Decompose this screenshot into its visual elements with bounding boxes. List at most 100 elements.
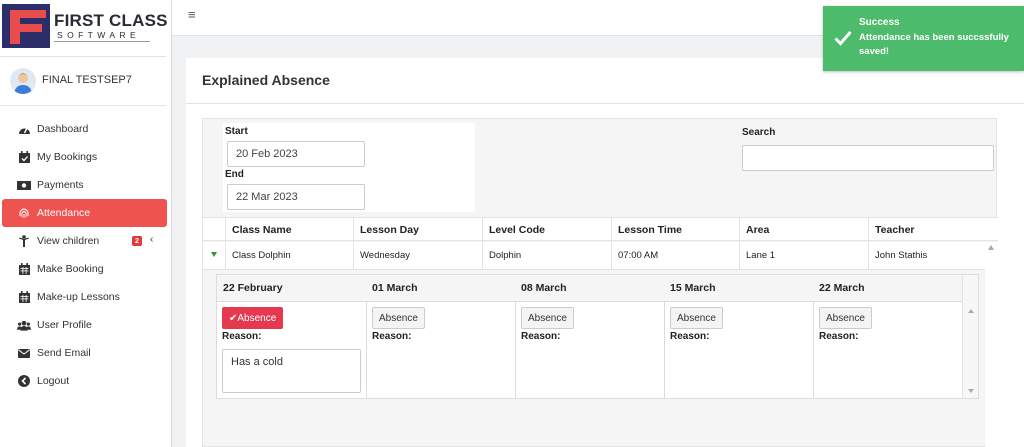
attendance-cell: Absence Reason: xyxy=(813,302,962,398)
chevron-left-icon[interactable]: ‹ xyxy=(150,234,153,245)
brand-title: FIRST CLASS xyxy=(54,11,168,30)
fingerprint-icon xyxy=(17,207,31,219)
table-cell: John Stathis xyxy=(868,242,985,269)
column-header[interactable]: Teacher xyxy=(868,218,985,242)
absence-panel: Start End Search Class Name Lesson Day L… xyxy=(202,118,998,447)
absence-button[interactable]: Absence xyxy=(372,307,425,329)
users-icon xyxy=(17,319,31,331)
table-cell: Wednesday xyxy=(353,242,482,269)
sidebar-item-label: Send Email xyxy=(37,347,91,359)
table-header: Class Name Lesson Day Level Code Lesson … xyxy=(203,217,998,242)
table-cell: Dolphin xyxy=(482,242,611,269)
user-panel[interactable]: FINAL TESTSEP7 xyxy=(0,56,166,106)
table-cell: Class Dolphin xyxy=(225,242,353,269)
lesson-date: 22 March xyxy=(819,282,865,294)
sidebar-item-label: User Profile xyxy=(37,319,92,331)
scroll-down-icon[interactable] xyxy=(968,389,974,393)
main-card: Explained Absence Start End Search Class… xyxy=(186,58,1024,447)
money-icon xyxy=(17,179,31,191)
sidebar-item-logout[interactable]: Logout xyxy=(2,367,167,395)
table-cell: 07:00 AM xyxy=(611,242,739,269)
sidebar-item-my-bookings[interactable]: My Bookings xyxy=(2,143,167,171)
start-date-label: Start xyxy=(225,126,248,137)
user-name: FINAL TESTSEP7 xyxy=(42,74,132,86)
table-scrollbar[interactable] xyxy=(985,242,998,447)
sidebar-item-label: View children xyxy=(37,235,100,247)
reason-label: Reason: xyxy=(372,331,412,342)
dashboard-icon xyxy=(17,123,31,135)
reason-textarea[interactable]: Has a cold xyxy=(222,349,361,393)
attendance-detail: 22 February 01 March 08 March 15 March 2… xyxy=(216,274,979,399)
calendar-icon xyxy=(17,291,31,303)
column-header[interactable]: Area xyxy=(739,218,868,242)
expand-row-icon[interactable] xyxy=(211,252,217,257)
absence-button[interactable]: Absence xyxy=(670,307,723,329)
reason-label: Reason: xyxy=(670,331,710,342)
reason-label: Reason: xyxy=(819,331,859,342)
table-row[interactable]: Class Dolphin Wednesday Dolphin 07:00 AM… xyxy=(203,242,998,270)
sidebar-item-label: Logout xyxy=(37,375,70,387)
absence-button[interactable]: Absence xyxy=(819,307,872,329)
toast-message: Attendance has been succssfully saved! xyxy=(859,32,1009,57)
sidebar-item-make-up-lessons[interactable]: Make-up Lessons xyxy=(2,283,167,311)
check-icon xyxy=(834,31,852,46)
sidebar-item-attendance[interactable]: Attendance xyxy=(2,199,167,227)
sidebar-item-user-profile[interactable]: User Profile xyxy=(2,311,167,339)
sidebar-item-label: Make-up Lessons xyxy=(37,291,120,303)
sidebar-item-dashboard[interactable]: Dashboard xyxy=(2,115,167,143)
column-header[interactable]: Lesson Day xyxy=(353,218,482,242)
success-toast[interactable]: Success Attendance has been succssfully … xyxy=(823,6,1024,71)
reason-label: Reason: xyxy=(521,331,561,342)
sidebar-item-send-email[interactable]: Send Email xyxy=(2,339,167,367)
start-date-input[interactable] xyxy=(227,141,365,167)
sidebar-item-view-children[interactable]: View children 2 ‹ xyxy=(2,227,167,255)
sidebar-item-label: Make Booking xyxy=(37,263,104,275)
children-count-badge: 2 xyxy=(132,236,142,246)
logo-mark-icon xyxy=(2,4,50,48)
title-divider xyxy=(186,103,1024,104)
brand-logo[interactable]: FIRST CLASS SOFTWARE xyxy=(2,4,167,50)
column-header[interactable]: Level Code xyxy=(482,218,611,242)
lesson-date: 22 February xyxy=(223,282,283,294)
search-label: Search xyxy=(742,127,776,138)
scroll-up-icon[interactable] xyxy=(968,309,974,313)
sidebar-item-label: Dashboard xyxy=(37,123,89,135)
absence-button[interactable]: ✔Absence xyxy=(222,307,284,329)
child-icon xyxy=(17,235,31,247)
brand-subtitle: SOFTWARE xyxy=(57,30,141,40)
attendance-scrollbar[interactable] xyxy=(962,275,978,398)
attendance-cell: Absence Reason: xyxy=(664,302,813,398)
end-date-label: End xyxy=(225,169,244,180)
column-header[interactable]: Class Name xyxy=(225,218,353,242)
envelope-icon xyxy=(17,347,31,359)
attendance-cell: ✔Absence Reason: Has a cold xyxy=(217,302,366,398)
avatar xyxy=(10,68,36,94)
page-title: Explained Absence xyxy=(202,72,330,88)
sidebar-item-payments[interactable]: Payments xyxy=(2,171,167,199)
toast-title: Success xyxy=(859,17,900,28)
absence-button[interactable]: Absence xyxy=(521,307,574,329)
calendar-check-icon xyxy=(17,151,31,163)
sidebar-item-make-booking[interactable]: Make Booking xyxy=(2,255,167,283)
scroll-up-icon[interactable] xyxy=(988,245,994,250)
lesson-date: 15 March xyxy=(670,282,716,294)
lesson-date: 01 March xyxy=(372,282,418,294)
search-input[interactable] xyxy=(742,145,994,171)
end-date-input[interactable] xyxy=(227,184,365,210)
sidebar-item-label: My Bookings xyxy=(37,151,98,163)
attendance-cell: Absence Reason: xyxy=(515,302,664,398)
absence-button-label: Absence xyxy=(237,312,277,324)
user-avatar-icon xyxy=(14,73,32,94)
sidebar-nav: Dashboard My Bookings Payments Attendanc… xyxy=(2,115,167,395)
reason-label: Reason: xyxy=(222,331,262,342)
sidebar: FIRST CLASS SOFTWARE FINAL TESTSEP7 Dash… xyxy=(0,0,172,447)
logout-icon xyxy=(17,375,31,387)
calendar-icon xyxy=(17,263,31,275)
date-range-filter: Start End xyxy=(223,123,475,212)
column-header[interactable]: Lesson Time xyxy=(611,218,739,242)
hamburger-menu-icon[interactable]: ≡ xyxy=(188,7,196,22)
table-cell: Lane 1 xyxy=(739,242,868,269)
sidebar-item-label: Attendance xyxy=(37,207,91,219)
brand-divider xyxy=(54,41,150,42)
attendance-dates-header: 22 February 01 March 08 March 15 March 2… xyxy=(217,275,962,302)
